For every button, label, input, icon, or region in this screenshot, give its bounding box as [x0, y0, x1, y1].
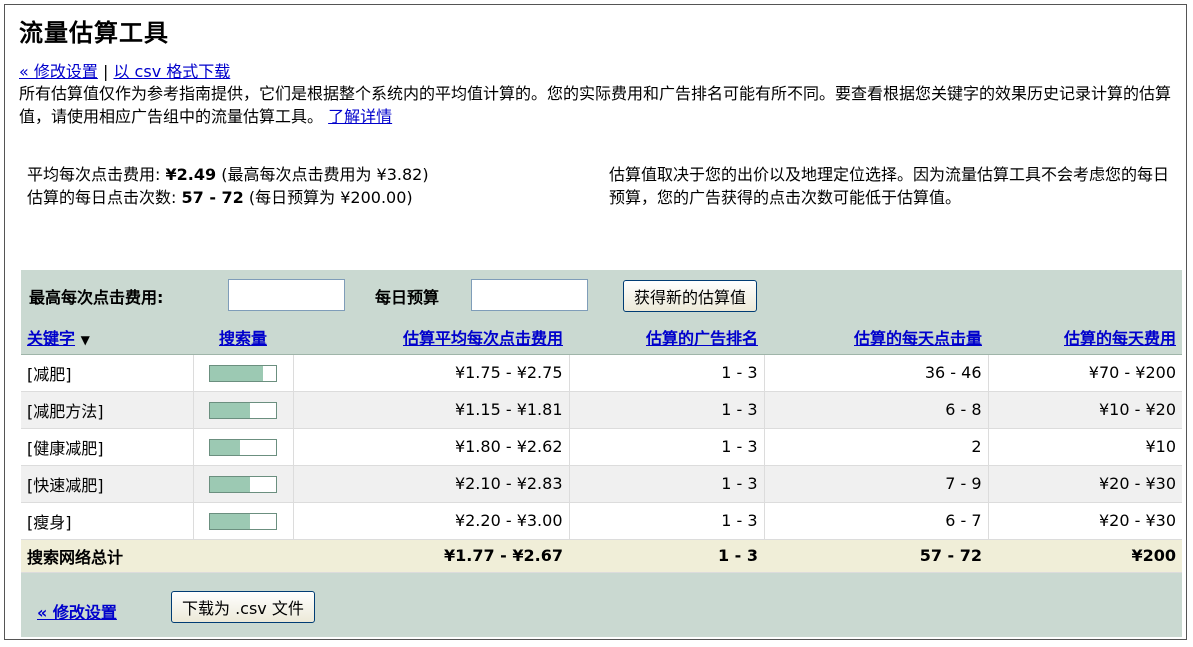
total-volume-cell	[193, 539, 293, 573]
avg-cpc-cell: ¥2.10 - ¥2.83	[293, 465, 570, 503]
panel-footer: « 修改设置 下载为 .csv 文件	[21, 582, 1182, 632]
table-row: [瘦身] ¥2.20 - ¥3.00 1 - 3 6 - 7 ¥20 - ¥30	[21, 502, 1182, 540]
header-cost-per-day-label[interactable]: 估算的每天费用	[1064, 329, 1176, 348]
header-cost-per-day[interactable]: 估算的每天费用	[988, 320, 1182, 355]
table-row: [减肥] ¥1.75 - ¥2.75 1 - 3 36 - 46 ¥70 - ¥…	[21, 354, 1182, 392]
header-position[interactable]: 估算的广告排名	[569, 320, 764, 355]
position-cell: 1 - 3	[569, 465, 765, 503]
total-label: 搜索网络总计	[21, 539, 193, 573]
cost-cell: ¥10	[988, 428, 1182, 466]
intro-description: 所有估算值仅作为参考指南提供，它们是根据整个系统内的平均值计算的。您的实际费用和…	[19, 84, 1172, 126]
search-volume-bar	[209, 439, 277, 456]
estimate-note: 估算值取决于您的出价以及地理定位选择。因为流量估算工具不会考虑您的每日预算，您的…	[609, 165, 1170, 207]
search-volume-cell	[193, 465, 294, 503]
link-separator: |	[102, 62, 109, 81]
avg-cpc-cell: ¥1.15 - ¥1.81	[293, 391, 570, 429]
download-csv-link[interactable]: 以 csv 格式下载	[113, 62, 230, 81]
table-row: [减肥方法] ¥1.15 - ¥1.81 1 - 3 6 - 8 ¥10 - ¥…	[21, 391, 1182, 429]
total-clicks: 57 - 72	[764, 539, 988, 573]
header-clicks-per-day-label[interactable]: 估算的每天点击量	[854, 329, 982, 348]
position-cell: 1 - 3	[569, 354, 765, 392]
search-volume-bar	[209, 513, 277, 530]
header-avg-cpc-label[interactable]: 估算平均每次点击费用	[403, 329, 563, 348]
daily-clicks-label: 估算的每日点击次数:	[27, 188, 177, 207]
estimate-controls: 最高每次点击费用: 每日预算 获得新的估算值	[21, 270, 1182, 320]
table-row: [快速减肥] ¥2.10 - ¥2.83 1 - 3 7 - 9 ¥20 - ¥…	[21, 465, 1182, 503]
search-volume-fill	[210, 440, 240, 455]
cost-cell: ¥20 - ¥30	[988, 502, 1182, 540]
search-volume-cell	[193, 391, 294, 429]
total-avg-cpc: ¥1.77 - ¥2.67	[293, 539, 569, 573]
keyword-cell: [瘦身]	[21, 502, 194, 540]
position-cell: 1 - 3	[569, 502, 765, 540]
learn-more-link[interactable]: 了解详情	[328, 107, 392, 126]
search-volume-bar	[209, 402, 277, 419]
search-volume-cell	[193, 428, 294, 466]
keyword-cell: [减肥方法]	[21, 391, 194, 429]
header-keyword[interactable]: 关键字 ▼	[21, 320, 193, 355]
clicks-cell: 6 - 7	[764, 502, 989, 540]
footer-modify-settings-link[interactable]: « 修改设置	[37, 599, 117, 623]
header-search-volume[interactable]: 搜索量	[193, 320, 293, 355]
avg-cpc-cell: ¥1.80 - ¥2.62	[293, 428, 570, 466]
daily-budget-label: 每日预算	[375, 288, 440, 307]
avg-cpc-line: 平均每次点击费用: ¥2.49 (最高每次点击费用为 ¥3.82)	[27, 163, 429, 186]
search-volume-bar	[209, 365, 277, 382]
search-volume-fill	[210, 366, 263, 381]
total-row: 搜索网络总计 ¥1.77 - ¥2.67 1 - 3 57 - 72 ¥200	[21, 539, 1182, 573]
avg-cpc-value: ¥2.49	[165, 165, 217, 184]
total-cost: ¥200	[988, 539, 1182, 573]
page-title: 流量估算工具	[19, 19, 169, 47]
estimate-summary: 平均每次点击费用: ¥2.49 (最高每次点击费用为 ¥3.82) 估算的每日点…	[27, 163, 429, 209]
avg-cpc-label: 平均每次点击费用:	[27, 165, 161, 184]
daily-clicks-note: (每日预算为 ¥200.00)	[248, 188, 413, 207]
modify-settings-link[interactable]: « 修改设置	[19, 62, 98, 81]
table-header-row: 关键字 ▼ 搜索量 估算平均每次点击费用 估算的广告排名 估算的每天点击量 估算…	[21, 320, 1182, 355]
search-volume-cell	[193, 502, 294, 540]
position-cell: 1 - 3	[569, 428, 765, 466]
search-volume-fill	[210, 514, 250, 529]
traffic-estimator-window: 流量估算工具 « 修改设置 | 以 csv 格式下载 所有估算值仅作为参考指南提…	[4, 4, 1187, 640]
download-csv-button[interactable]: 下载为 .csv 文件	[171, 591, 315, 623]
daily-budget-input[interactable]	[471, 279, 588, 311]
table-row: [健康减肥] ¥1.80 - ¥2.62 1 - 3 2 ¥10	[21, 428, 1182, 466]
sort-down-icon: ▼	[80, 332, 90, 347]
daily-clicks-value: 57 - 72	[181, 188, 244, 207]
header-avg-cpc[interactable]: 估算平均每次点击费用	[293, 320, 569, 355]
header-search-volume-label[interactable]: 搜索量	[219, 329, 267, 348]
clicks-cell: 6 - 8	[764, 391, 989, 429]
clicks-cell: 36 - 46	[764, 354, 989, 392]
top-links: « 修改设置 | 以 csv 格式下载	[19, 58, 230, 82]
clicks-cell: 7 - 9	[764, 465, 989, 503]
clicks-cell: 2	[764, 428, 989, 466]
get-estimates-button[interactable]: 获得新的估算值	[623, 280, 758, 312]
position-cell: 1 - 3	[569, 391, 765, 429]
keyword-cell: [健康减肥]	[21, 428, 194, 466]
max-cpc-label: 最高每次点击费用:	[29, 288, 164, 307]
cost-cell: ¥70 - ¥200	[988, 354, 1182, 392]
search-volume-bar	[209, 476, 277, 493]
cost-cell: ¥10 - ¥20	[988, 391, 1182, 429]
header-position-label[interactable]: 估算的广告排名	[646, 329, 758, 348]
daily-clicks-line: 估算的每日点击次数: 57 - 72 (每日预算为 ¥200.00)	[27, 186, 429, 209]
header-keyword-label[interactable]: 关键字	[27, 329, 75, 348]
cost-cell: ¥20 - ¥30	[988, 465, 1182, 503]
keyword-estimates-table: 关键字 ▼ 搜索量 估算平均每次点击费用 估算的广告排名 估算的每天点击量 估算…	[21, 320, 1182, 573]
total-position: 1 - 3	[569, 539, 764, 573]
intro-text: 所有估算值仅作为参考指南提供，它们是根据整个系统内的平均值计算的。您的实际费用和…	[19, 82, 1179, 128]
avg-cpc-cell: ¥2.20 - ¥3.00	[293, 502, 570, 540]
avg-cpc-note: (最高每次点击费用为 ¥3.82)	[221, 165, 429, 184]
search-volume-cell	[193, 354, 294, 392]
max-cpc-input[interactable]	[228, 279, 345, 311]
header-clicks-per-day[interactable]: 估算的每天点击量	[764, 320, 988, 355]
estimates-panel: 最高每次点击费用: 每日预算 获得新的估算值 关键字 ▼ 搜索量 估算平均每次点…	[21, 270, 1182, 637]
avg-cpc-cell: ¥1.75 - ¥2.75	[293, 354, 570, 392]
search-volume-fill	[210, 477, 250, 492]
search-volume-fill	[210, 403, 250, 418]
keyword-cell: [快速减肥]	[21, 465, 194, 503]
keyword-cell: [减肥]	[21, 354, 194, 392]
